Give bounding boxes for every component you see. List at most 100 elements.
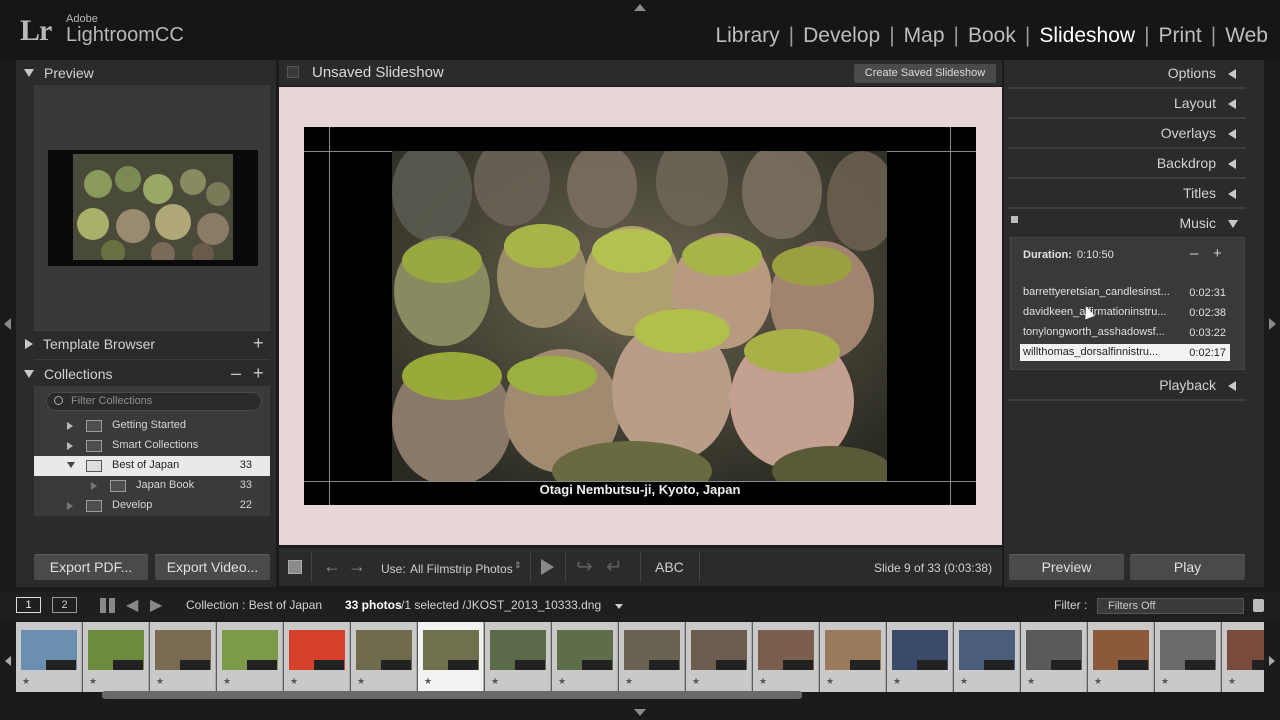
music-track-selected[interactable]: willthomas_dorsalfinnistru... 0:02:17 (1020, 344, 1230, 361)
remove-collection-icon[interactable]: – (231, 363, 241, 384)
music-track[interactable]: davidkeen_affirmationinstru... 0:02:38 (1020, 304, 1230, 321)
rating-star-icon[interactable]: ★ (223, 676, 231, 687)
backdrop-panel-header[interactable]: Backdrop (1012, 150, 1244, 178)
use-source-select[interactable]: All Filmstrip Photos (410, 562, 513, 576)
filmstrip[interactable]: ★ ★ ★ ★ ★ ★ ★ ★ ★ ★ ★ ★ ★ ★ ★ ★ ★ ★ ★ (16, 622, 1264, 692)
layout-panel-header[interactable]: Layout (1012, 90, 1244, 118)
filmstrip-thumbnail[interactable]: ★ (753, 622, 819, 692)
disclosure-triangle-icon[interactable] (91, 482, 97, 490)
module-library[interactable]: Library (706, 24, 788, 48)
rating-star-icon[interactable]: ★ (759, 676, 767, 687)
layout-guide[interactable] (329, 127, 330, 505)
grid-view-icon[interactable] (100, 598, 115, 613)
rating-star-icon[interactable]: ★ (89, 676, 97, 687)
chevron-down-icon[interactable] (615, 604, 623, 609)
options-panel-header[interactable]: Options (1012, 60, 1244, 88)
forward-arrow-icon[interactable]: ▶ (150, 595, 162, 615)
rating-star-icon[interactable]: ★ (625, 676, 633, 687)
rating-star-icon[interactable]: ★ (1094, 676, 1102, 687)
template-browser-header[interactable]: Template Browser (16, 331, 254, 357)
filmstrip-thumbnail[interactable]: ★ (887, 622, 953, 692)
filmstrip-right-arrow-icon[interactable] (1269, 656, 1275, 666)
filmstrip-thumbnail[interactable]: ★ (552, 622, 618, 692)
module-book[interactable]: Book (959, 24, 1025, 48)
filmstrip-thumbnail[interactable]: ★ (284, 622, 350, 692)
rating-star-icon[interactable]: ★ (424, 676, 432, 687)
filter-select[interactable]: Filters Off (1097, 598, 1244, 614)
collection-source-text[interactable]: Collection : Best of Japan (186, 598, 322, 612)
collection-row-selected[interactable]: Best of Japan 33 (34, 456, 270, 476)
filmstrip-thumbnail[interactable]: ★ (619, 622, 685, 692)
overlays-panel-header[interactable]: Overlays (1012, 120, 1244, 148)
next-slide-icon[interactable]: → (348, 556, 366, 577)
filter-collections-input[interactable]: Filter Collections (46, 392, 262, 411)
rating-star-icon[interactable]: ★ (156, 676, 164, 687)
rating-star-icon[interactable]: ★ (558, 676, 566, 687)
filmstrip-thumbnail[interactable]: ★ (150, 622, 216, 692)
music-track[interactable]: barrettyeretsian_candlesinst... 0:02:31 (1020, 284, 1230, 301)
export-video-button[interactable]: Export Video... (155, 554, 270, 580)
filmstrip-thumbnail[interactable]: ★ (1021, 622, 1087, 692)
preview-button[interactable]: Preview (1009, 554, 1124, 580)
add-track-icon[interactable]: + (1213, 245, 1222, 262)
slide-caption[interactable]: Otagi Nembutsu-ji, Kyoto, Japan (304, 482, 976, 497)
filmstrip-thumbnail[interactable]: ★ (1088, 622, 1154, 692)
filmstrip-thumbnail[interactable]: ★ (686, 622, 752, 692)
rotate-right-icon[interactable]: ↪ (576, 554, 593, 579)
rating-star-icon[interactable]: ★ (1228, 676, 1236, 687)
rotate-left-icon[interactable]: ↵ (606, 554, 623, 579)
preview-play-icon[interactable] (541, 559, 554, 575)
rating-star-icon[interactable]: ★ (290, 676, 298, 687)
filmstrip-thumbnail[interactable]: ★ (1155, 622, 1221, 692)
export-pdf-button[interactable]: Export PDF... (34, 554, 148, 580)
disclosure-triangle-icon[interactable] (67, 422, 73, 430)
disclosure-triangle-icon[interactable] (67, 442, 73, 450)
filter-lock-icon[interactable] (1253, 599, 1264, 612)
module-print[interactable]: Print (1150, 24, 1211, 48)
filmstrip-thumbnail[interactable]: ★ (820, 622, 886, 692)
add-template-icon[interactable]: + (253, 333, 264, 354)
filmstrip-thumbnail[interactable]: ★ (351, 622, 417, 692)
filmstrip-left-arrow-icon[interactable] (5, 656, 11, 666)
create-saved-slideshow-button[interactable]: Create Saved Slideshow (854, 64, 996, 83)
rating-star-icon[interactable]: ★ (826, 676, 834, 687)
collection-row[interactable]: Develop 22 (34, 496, 270, 516)
collection-row[interactable]: Smart Collections (34, 436, 270, 456)
remove-track-icon[interactable]: – (1190, 245, 1198, 262)
preview-panel-header[interactable]: Preview (16, 60, 254, 86)
rating-star-icon[interactable]: ★ (357, 676, 365, 687)
collection-row[interactable]: Getting Started (34, 416, 270, 436)
collapse-left-arrow-icon[interactable] (4, 318, 11, 330)
filmstrip-thumbnail[interactable]: ★ (954, 622, 1020, 692)
rating-star-icon[interactable]: ★ (1027, 676, 1035, 687)
module-web[interactable]: Web (1216, 24, 1268, 48)
previous-slide-icon[interactable]: ← (323, 556, 341, 577)
rating-star-icon[interactable]: ★ (692, 676, 700, 687)
filmstrip-thumbnail[interactable]: ★ (217, 622, 283, 692)
filmstrip-thumbnail[interactable]: ★ (485, 622, 551, 692)
collapse-top-arrow-icon[interactable] (634, 4, 646, 11)
add-text-button[interactable]: ABC (655, 559, 684, 575)
collapse-right-arrow-icon[interactable] (1269, 318, 1276, 330)
collection-row[interactable]: Japan Book 33 (34, 476, 270, 496)
module-develop[interactable]: Develop (794, 24, 889, 48)
music-track[interactable]: tonylongworth_asshadowsf... 0:03:22 (1020, 324, 1230, 341)
playback-panel-header[interactable]: Playback (1012, 372, 1244, 400)
filmstrip-thumbnail[interactable]: ★ (83, 622, 149, 692)
titles-panel-header[interactable]: Titles (1012, 180, 1244, 208)
layout-guide[interactable] (950, 127, 951, 505)
module-map[interactable]: Map (895, 24, 954, 48)
add-collection-icon[interactable]: + (253, 363, 264, 384)
collapse-bottom-arrow-icon[interactable] (634, 709, 646, 716)
selection-info[interactable]: /1 selected /JKOST_2013_10333.dng (401, 598, 601, 612)
back-arrow-icon[interactable]: ◀ (126, 595, 138, 615)
rating-star-icon[interactable]: ★ (491, 676, 499, 687)
collections-header[interactable]: Collections (16, 361, 254, 387)
disclosure-triangle-icon[interactable] (67, 462, 75, 468)
secondary-view-button[interactable]: 2 (52, 597, 77, 613)
main-view-button[interactable]: 1 (16, 597, 41, 613)
slide-photo-image[interactable] (392, 151, 887, 481)
play-button[interactable]: Play (1130, 554, 1245, 580)
filmstrip-thumbnail[interactable]: ★ (1222, 622, 1264, 692)
rating-star-icon[interactable]: ★ (960, 676, 968, 687)
